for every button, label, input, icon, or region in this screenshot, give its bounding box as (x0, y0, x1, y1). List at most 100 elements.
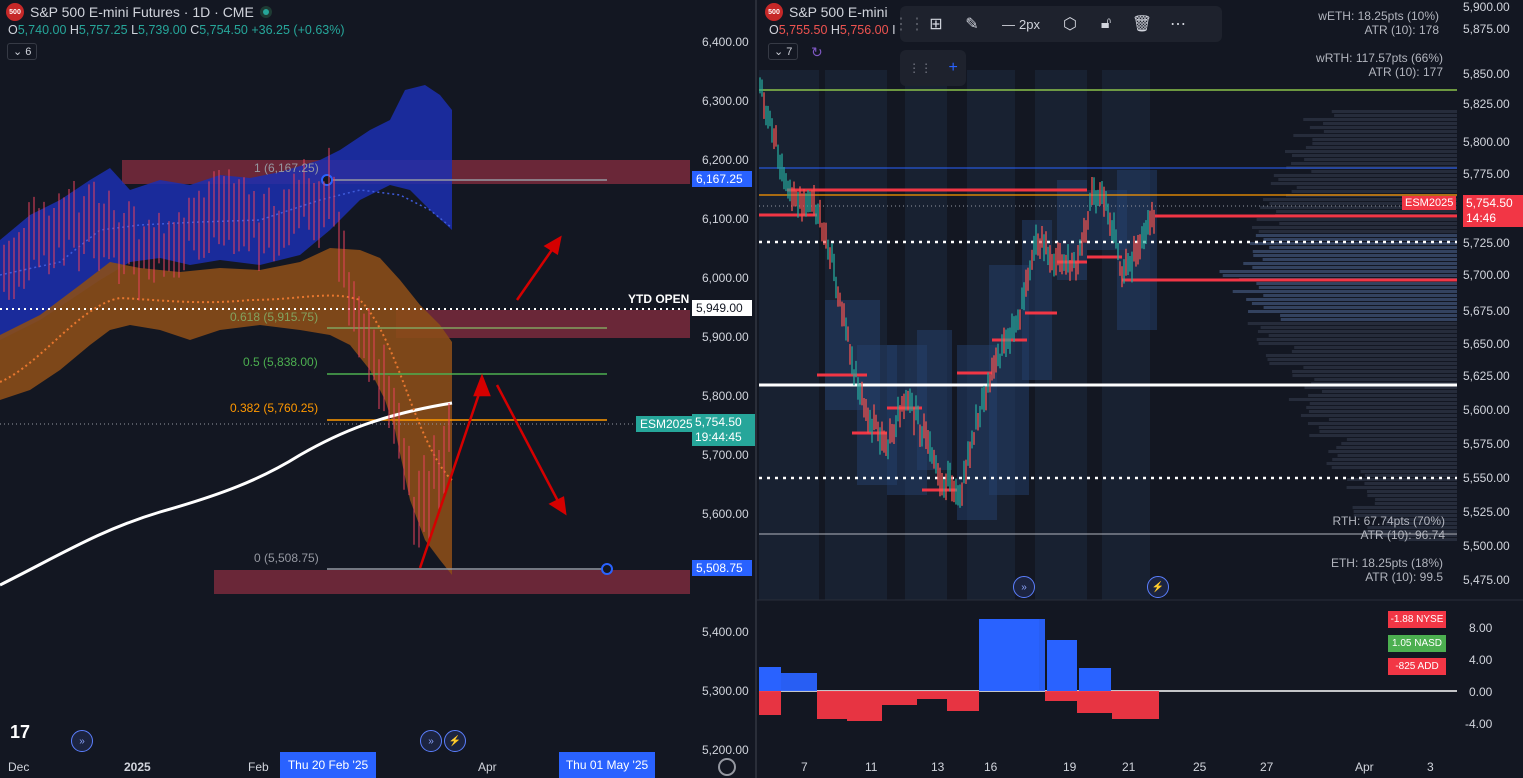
profile-bar (1268, 334, 1457, 337)
histogram-bar (817, 691, 847, 719)
drawing-toolbar[interactable]: ⋮⋮ ⊞ ✎ —2px ⬡ 🔓︎ 🗑︎ ⋯ (893, 6, 1222, 42)
profile-bar (1326, 462, 1457, 465)
crosshair-icon[interactable]: + (948, 59, 957, 77)
replay-icon[interactable]: » (1013, 576, 1035, 598)
breadth-nasd: 1.05 NASD (1388, 635, 1446, 652)
time-highlight-end: Thu 01 May '25 (559, 752, 655, 778)
profile-bar (1367, 490, 1457, 493)
lock-icon[interactable]: 🔓︎ (1088, 6, 1124, 42)
templates-icon[interactable]: ⊞ (918, 6, 954, 42)
profile-bar (1256, 338, 1457, 341)
profile-bar (1269, 362, 1457, 365)
settings-hex-icon[interactable]: ⬡ (1052, 6, 1088, 42)
time-tick: Dec (8, 760, 30, 774)
trash-icon[interactable]: 🗑︎ (1124, 6, 1160, 42)
left-chart-panel[interactable]: 500 S&P 500 E-mini Futures · 1D · CME O5… (0, 0, 755, 778)
profile-bar (1306, 406, 1457, 409)
symbol-tag: ESM2025 (636, 416, 697, 432)
histogram-bar (1077, 691, 1112, 713)
price-tick: 5,825.00 (1463, 97, 1510, 111)
replay-icon[interactable]: » (71, 730, 93, 752)
time-highlight-start: Thu 20 Feb '25 (280, 752, 376, 778)
symbol-title[interactable]: S&P 500 E-mini (789, 4, 888, 20)
chevron-down-icon: ⌄ (13, 46, 23, 58)
profile-bar (1303, 366, 1457, 369)
profile-bar (1270, 182, 1457, 185)
indicators-toggle[interactable]: ⌄ 6 (7, 43, 38, 60)
volume-box (1117, 170, 1157, 330)
alert-icon[interactable]: ⚡ (444, 730, 466, 752)
price-tick: 5,850.00 (1463, 67, 1510, 81)
fib-handle-bottom[interactable] (601, 563, 613, 575)
breadth-nyse: -1.88 NYSE (1388, 611, 1446, 628)
profile-bar (1346, 486, 1457, 489)
price-tick: 6,000.00 (702, 271, 749, 285)
symbol-title[interactable]: S&P 500 E-mini Futures · 1D · CME (30, 4, 254, 20)
drag-handle-icon[interactable]: ⋮⋮ (893, 6, 925, 42)
price-tick: 6,100.00 (702, 212, 749, 226)
price-tick: 5,700.00 (702, 448, 749, 462)
replay-icon[interactable]: » (420, 730, 442, 752)
profile-bar (1263, 306, 1457, 309)
pencil-color-icon[interactable]: ✎ (954, 6, 990, 42)
right-chart-header: 500 S&P 500 E-mini (765, 3, 888, 21)
histogram-bar (759, 667, 781, 691)
profile-bar (1246, 298, 1457, 301)
drag-handle-icon[interactable]: ⋮⋮ (908, 61, 932, 75)
crosshair-toolbar[interactable]: ⋮⋮ + (900, 50, 966, 86)
profile-bar (1312, 138, 1457, 141)
histogram-bar (759, 691, 781, 715)
profile-bar (1255, 234, 1457, 237)
profile-bar (1307, 422, 1457, 425)
profile-bar (1309, 434, 1457, 437)
price-tick: 5,775.00 (1463, 167, 1510, 181)
price-tick: 5,200.00 (702, 743, 749, 757)
profile-bar (1336, 446, 1457, 449)
weth-label: wETH: 18.25pts (10%) (1318, 9, 1439, 23)
price-tick: 5,800.00 (1463, 135, 1510, 149)
stroke-width-button[interactable]: —2px (990, 6, 1052, 42)
profile-bar (1292, 374, 1457, 377)
price-tick: 5,550.00 (1463, 471, 1510, 485)
profile-bar (1273, 174, 1457, 177)
profile-bar (1328, 418, 1457, 421)
symbol-logo[interactable]: 500 (6, 3, 24, 21)
profile-bar (1252, 250, 1457, 253)
time-tick: 27 (1260, 760, 1274, 774)
left-chart-canvas[interactable] (0, 0, 755, 778)
indicators-toggle[interactable]: ⌄ 7 (768, 43, 799, 60)
profile-bar (1337, 454, 1457, 457)
more-icon[interactable]: ⋯ (1160, 6, 1196, 42)
profile-bar (1296, 186, 1457, 189)
tradingview-logo[interactable]: 17 (10, 722, 30, 743)
session-background (759, 70, 1157, 600)
alert-icon[interactable]: ⚡ (1147, 576, 1169, 598)
eth-atr-label: ATR (10): 99.5 (1365, 570, 1443, 584)
time-tick: 7 (801, 760, 808, 774)
sync-icon[interactable]: ↻ (811, 44, 823, 61)
time-tick: 25 (1193, 760, 1207, 774)
profile-bar (1323, 122, 1457, 125)
histogram-bar (1112, 691, 1159, 719)
price-tick: 5,525.00 (1463, 505, 1510, 519)
right-chart-panel[interactable]: 500 S&P 500 E-mini O5,755.50 H5,756.00 I… (757, 0, 1523, 778)
histogram-bar (979, 619, 1039, 691)
profile-bar (1263, 294, 1457, 297)
osc-tick: 8.00 (1469, 621, 1493, 635)
settings-gear-icon[interactable] (718, 758, 736, 776)
price-tick: 5,700.00 (1463, 268, 1510, 282)
profile-bar (1308, 394, 1457, 397)
price-tick: 5,900.00 (702, 330, 749, 344)
market-status-icon[interactable] (259, 6, 272, 18)
profile-bar (1247, 322, 1457, 325)
last-price-tag: 5,754.50 19:44:45 (692, 414, 755, 446)
profile-bar (1291, 190, 1457, 193)
time-tick: Apr (1355, 760, 1374, 774)
symbol-logo[interactable]: 500 (765, 3, 783, 21)
time-tick: 21 (1122, 760, 1136, 774)
breadth-histogram (759, 619, 1159, 721)
profile-bar (1374, 502, 1457, 505)
price-tick: 5,625.00 (1463, 369, 1510, 383)
histogram-bar (917, 691, 947, 699)
profile-bar (1252, 266, 1457, 269)
